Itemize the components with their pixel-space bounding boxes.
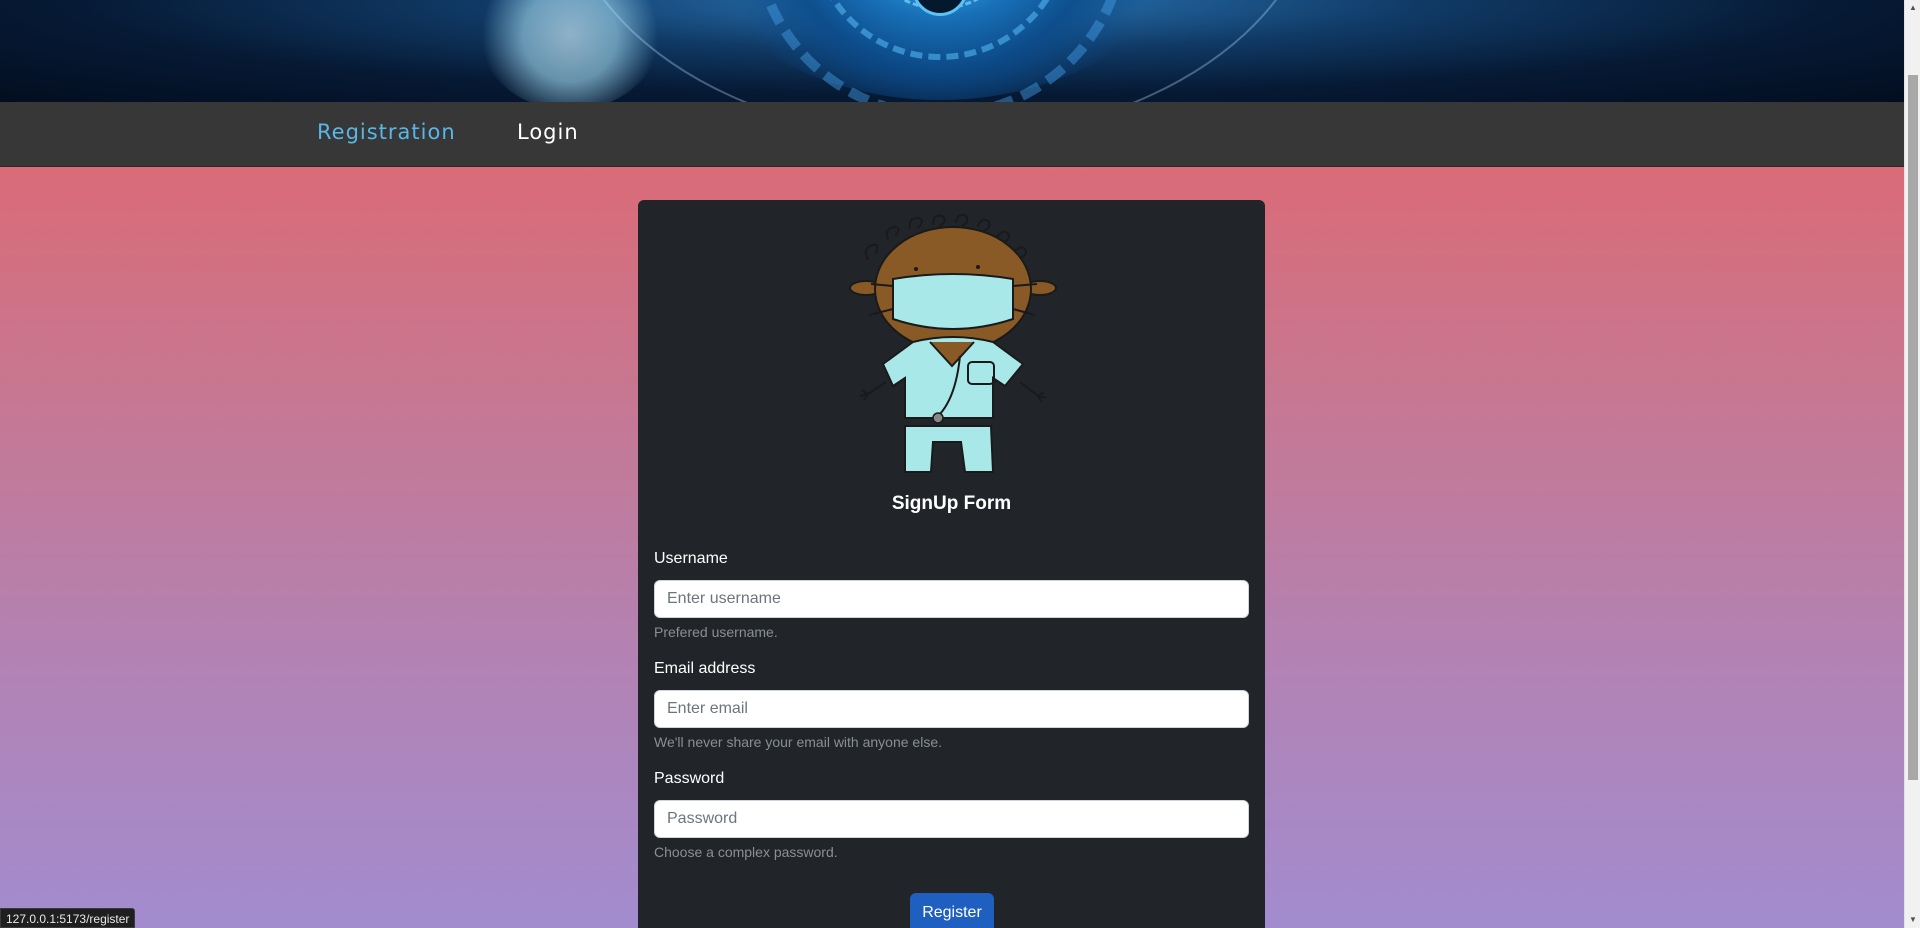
signup-card: SignUp Form Username Prefered username. …: [638, 200, 1265, 928]
password-help: Choose a complex password.: [654, 844, 838, 860]
username-label: Username: [654, 550, 728, 567]
scroll-down-arrow-icon[interactable]: ▼: [1905, 912, 1920, 928]
nav-registration-link[interactable]: Registration: [317, 120, 456, 144]
username-input[interactable]: [654, 580, 1249, 618]
status-bar-url: 127.0.0.1:5173/register: [0, 908, 136, 928]
header-banner: [0, 0, 1904, 102]
email-help: We'll never share your email with anyone…: [654, 734, 942, 750]
email-label: Email address: [654, 660, 756, 677]
username-help: Prefered username.: [654, 624, 778, 640]
doctor-avatar-illustration: [849, 214, 1057, 473]
scroll-up-arrow-icon[interactable]: ▲: [1905, 0, 1920, 16]
register-button[interactable]: Register: [910, 893, 994, 928]
page-scrollbar[interactable]: ▲ ▼: [1904, 0, 1920, 928]
password-label: Password: [654, 770, 725, 787]
nav-login-link[interactable]: Login: [517, 120, 579, 144]
password-input[interactable]: [654, 800, 1249, 838]
navbar: Registration Login: [0, 102, 1904, 167]
email-input[interactable]: [654, 690, 1249, 728]
form-title: SignUp Form: [891, 493, 1012, 514]
scrollbar-thumb[interactable]: [1908, 75, 1918, 780]
